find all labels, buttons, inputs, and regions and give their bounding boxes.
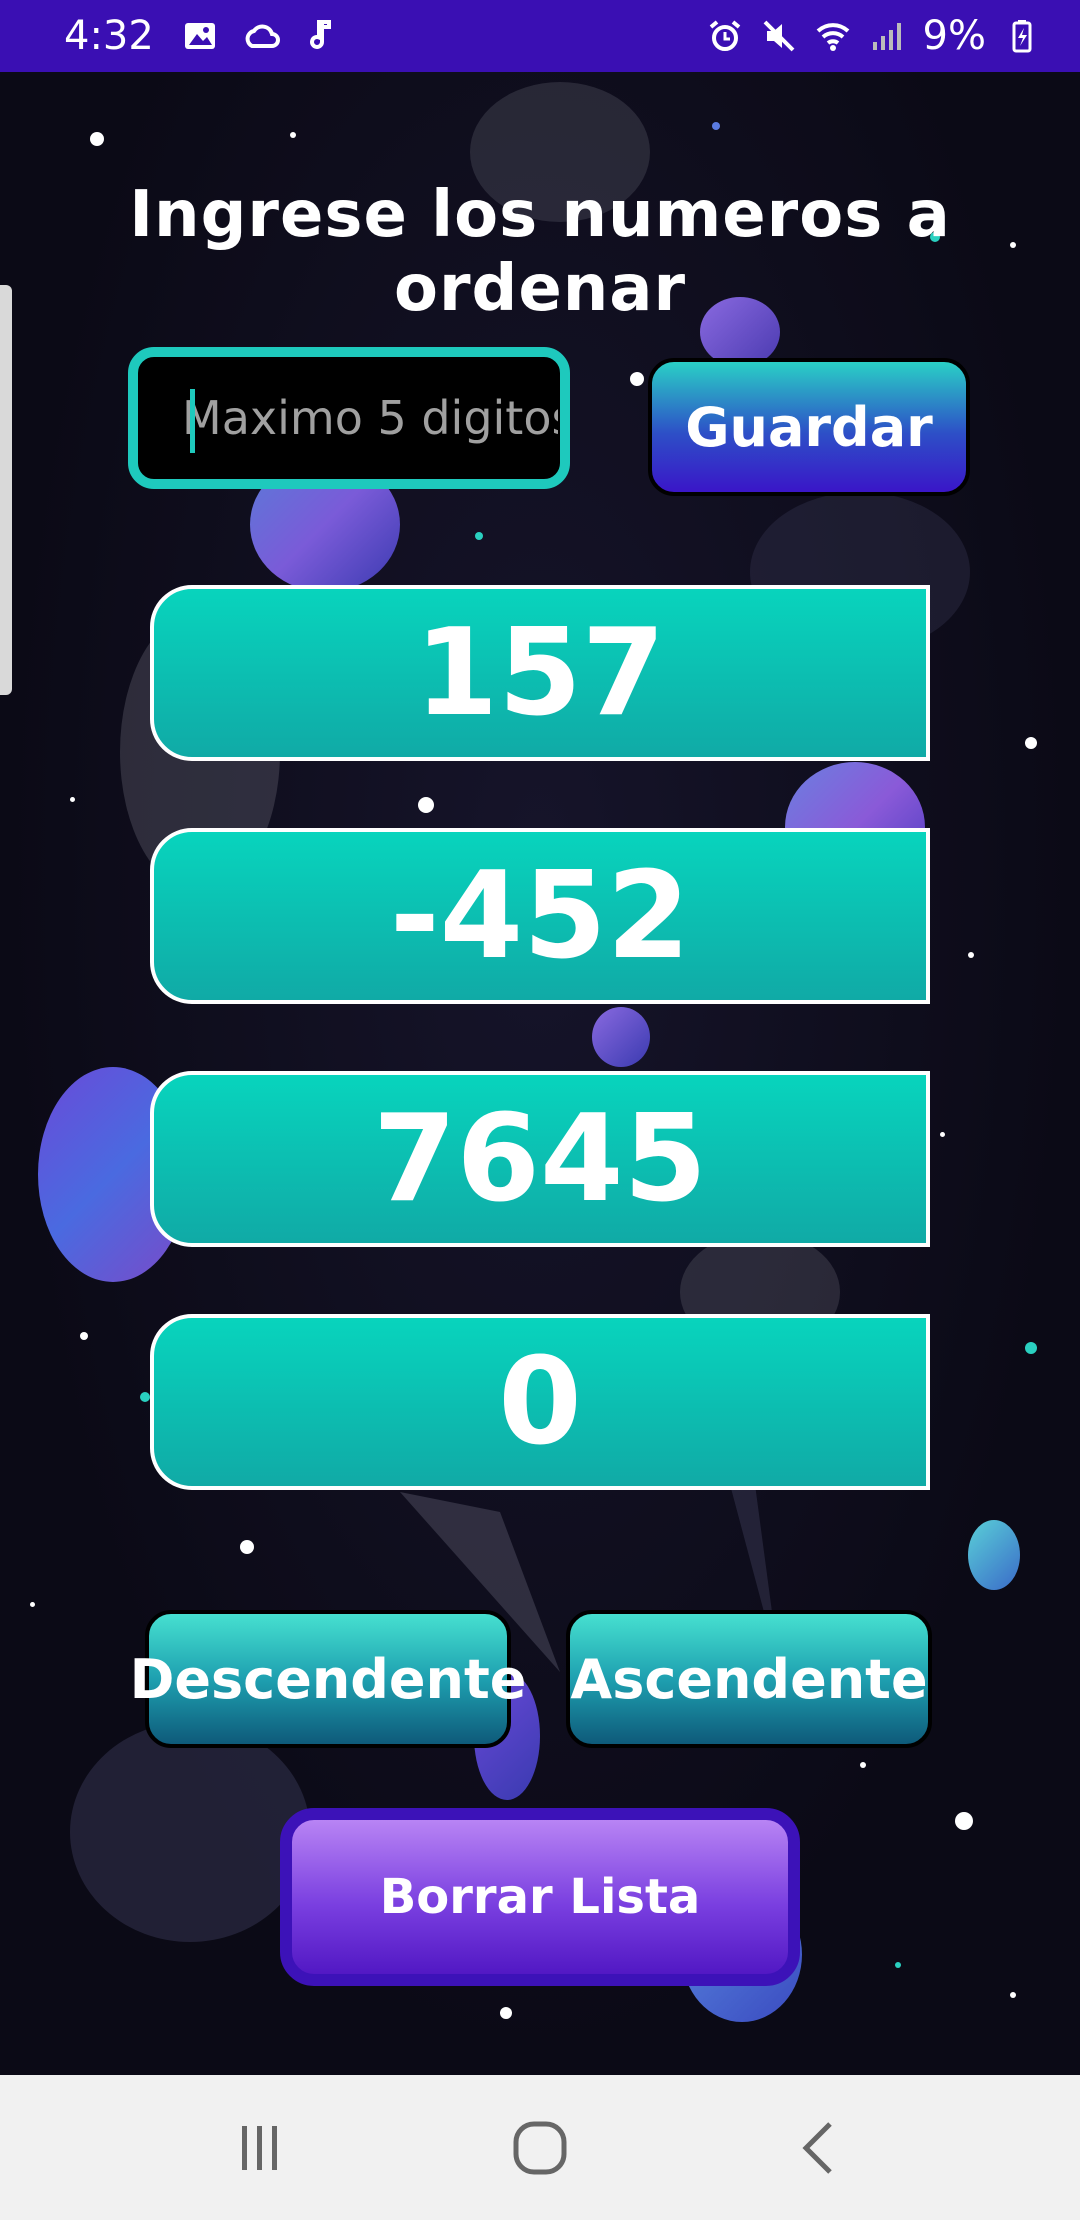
- planet: [968, 1520, 1020, 1590]
- number-item: 7645: [150, 1071, 930, 1247]
- descending-button[interactable]: Descendente: [130, 1610, 526, 1748]
- star: [500, 2007, 512, 2019]
- text-cursor: [190, 389, 195, 453]
- star: [968, 952, 974, 958]
- star: [80, 1332, 88, 1340]
- star: [30, 1602, 35, 1607]
- star: [90, 132, 104, 146]
- recents-button[interactable]: [220, 2108, 300, 2188]
- star: [475, 532, 483, 540]
- star: [712, 122, 720, 130]
- system-icons: 9%: [707, 13, 1040, 59]
- ascending-button[interactable]: Ascendente: [566, 1610, 932, 1748]
- star: [860, 1762, 866, 1768]
- save-button[interactable]: Guardar: [648, 358, 970, 496]
- cloud-icon: [245, 24, 280, 48]
- signal-icon: [872, 23, 901, 50]
- star: [290, 132, 296, 138]
- image-icon: [184, 23, 215, 49]
- star: [955, 1812, 973, 1830]
- clear-list-button[interactable]: Borrar Lista: [280, 1808, 800, 1986]
- battery-percent: 9%: [922, 13, 986, 59]
- music-note-icon: [309, 20, 331, 49]
- back-button[interactable]: [780, 2108, 860, 2188]
- number-input-box[interactable]: [128, 347, 570, 489]
- number-item: 157: [150, 585, 930, 761]
- planet: [592, 1007, 650, 1067]
- star: [630, 372, 644, 386]
- home-icon: [513, 2121, 567, 2174]
- star: [940, 1132, 945, 1137]
- battery-icon: [1012, 20, 1032, 53]
- status-bar: 4:32 9%: [0, 0, 1080, 72]
- mute-icon: [763, 20, 794, 52]
- page-title: Ingrese los numeros a ordenar: [129, 178, 951, 326]
- star: [240, 1540, 254, 1554]
- wifi-icon: [816, 23, 849, 51]
- recents-icon: [242, 2125, 277, 2170]
- star: [1025, 1342, 1037, 1354]
- edge-panel-handle[interactable]: [0, 285, 12, 695]
- back-icon: [802, 2121, 832, 2174]
- star: [70, 797, 75, 802]
- navigation-bar: [0, 2075, 1080, 2220]
- star: [418, 797, 434, 813]
- number-item: -452: [150, 828, 930, 1004]
- notification-icons: [182, 18, 342, 54]
- home-button[interactable]: [500, 2108, 580, 2188]
- star: [895, 1962, 901, 1968]
- number-input[interactable]: [138, 357, 560, 479]
- alarm-icon: [709, 20, 740, 51]
- star: [1010, 1992, 1016, 1998]
- star: [140, 1392, 150, 1402]
- clock: 4:32: [64, 13, 154, 59]
- number-item: 0: [150, 1314, 930, 1490]
- star: [1025, 737, 1037, 749]
